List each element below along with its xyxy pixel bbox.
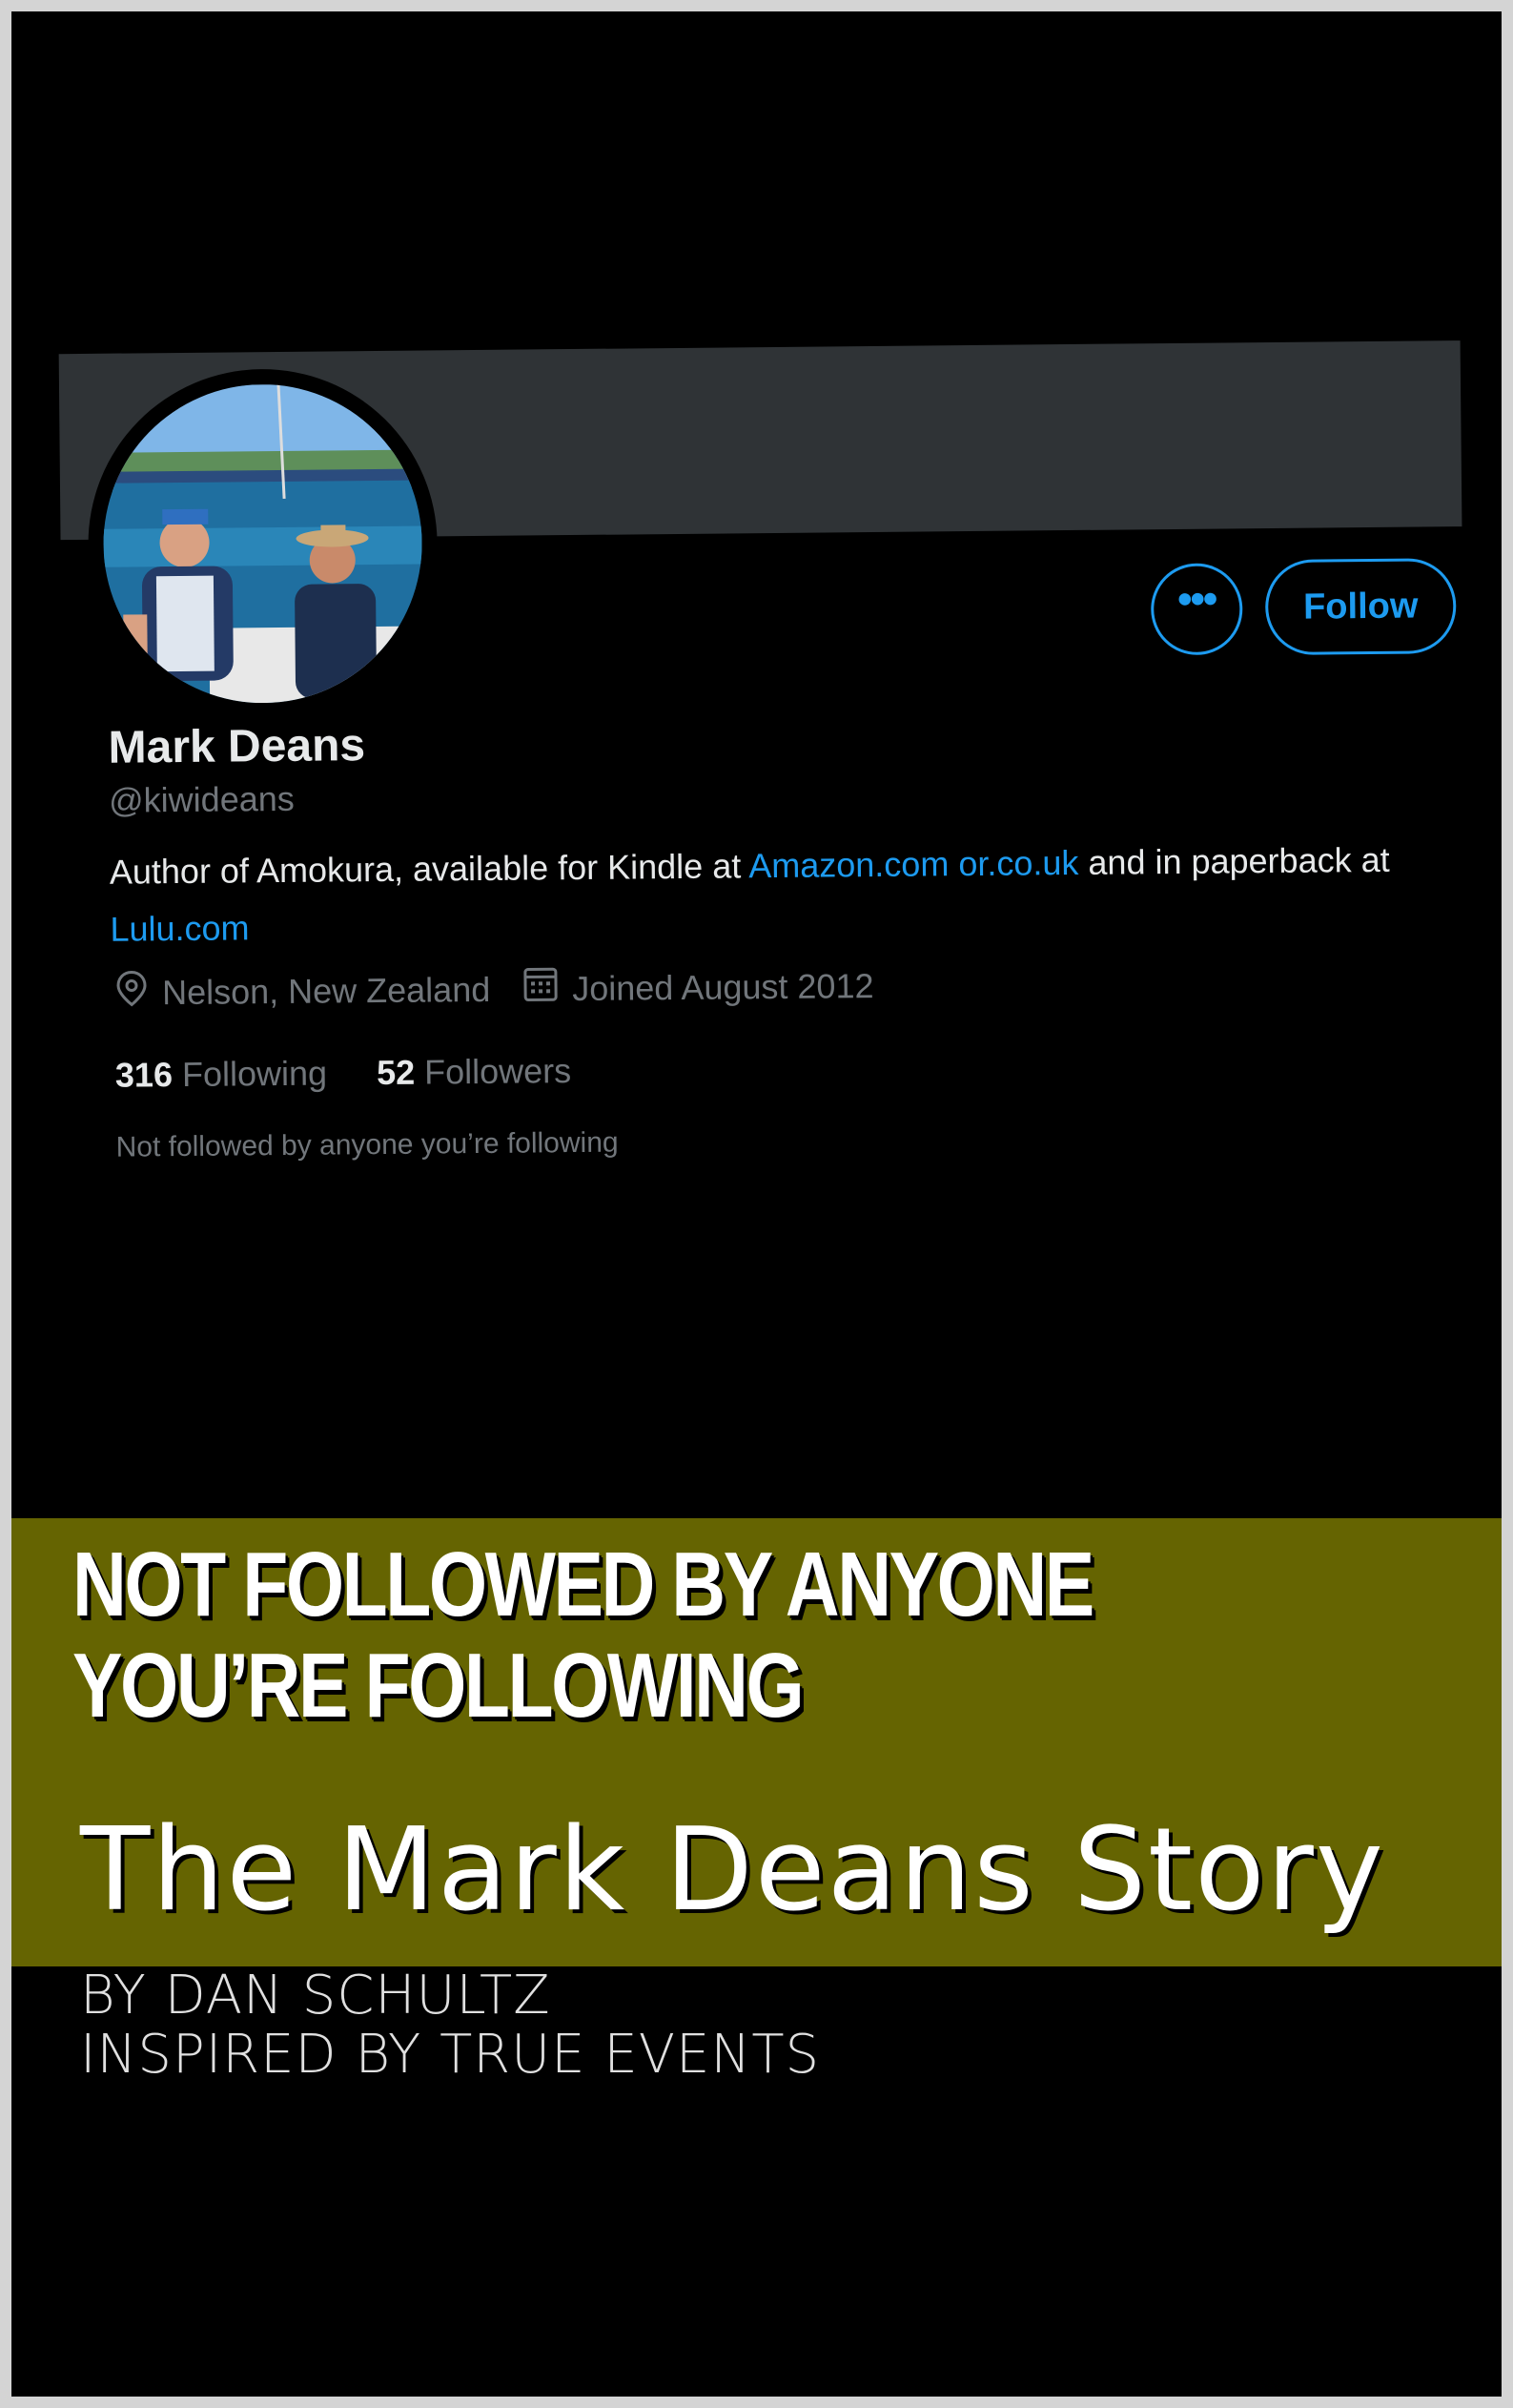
profile-meta: Nelson, New Zealand Joined August 2012 — [114, 962, 874, 1017]
following-link[interactable]: 316 Following — [115, 1054, 328, 1095]
bio-text-2: and in paperback at — [1078, 839, 1390, 882]
bio-space — [949, 844, 958, 883]
follow-button[interactable]: Follow — [1264, 558, 1457, 656]
following-count: 316 — [114, 1055, 174, 1095]
bio-link-lulu[interactable]: Lulu.com — [110, 908, 249, 948]
book-subtitle: The Mark Deans Story — [80, 1804, 1385, 1937]
profile-handle: @kiwideans — [108, 778, 295, 820]
location-pin-icon — [114, 969, 162, 1016]
joined-text: Joined August 2012 — [572, 965, 874, 1008]
tagline: INSPIRED BY TRUE EVENTS — [80, 2024, 821, 2086]
more-options-button[interactable]: ••• — [1150, 563, 1243, 656]
book-title: NOT FOLLOWED BY ANYONE YOU’RE FOLLOWING — [72, 1533, 1094, 1737]
more-icon: ••• — [1176, 575, 1217, 623]
profile-name: Mark Deans — [108, 720, 366, 773]
followers-link[interactable]: 52 Followers — [377, 1051, 571, 1092]
calendar-icon — [522, 966, 572, 1011]
profile-screenshot: ••• Follow Mark Deans @kiwideans Author … — [11, 11, 1502, 1507]
credits: BY DAN SCHULTZ INSPIRED BY TRUE EVENTS — [80, 1966, 820, 2085]
mutual-followers-note: Not followed by anyone you’re following — [115, 1126, 619, 1163]
bio-link-couk[interactable]: or.co.uk — [958, 843, 1078, 883]
profile-stats: 316 Following 52 Followers — [115, 1051, 572, 1096]
following-label: Following — [181, 1053, 328, 1094]
profile-bio: Author of Amokura, available for Kindle … — [110, 831, 1464, 958]
avatar-photo — [101, 382, 424, 705]
bio-link-amazon[interactable]: Amazon.com — [748, 844, 949, 885]
author-line: BY DAN SCHULTZ — [80, 1965, 551, 2027]
followers-label: Followers — [423, 1051, 572, 1092]
book-cover: ••• Follow Mark Deans @kiwideans Author … — [11, 11, 1502, 2397]
avatar[interactable] — [92, 373, 434, 714]
followers-count: 52 — [376, 1052, 416, 1093]
location-text: Nelson, New Zealand — [161, 969, 491, 1012]
bio-text: Author of Amokura, available for Kindle … — [109, 846, 749, 892]
